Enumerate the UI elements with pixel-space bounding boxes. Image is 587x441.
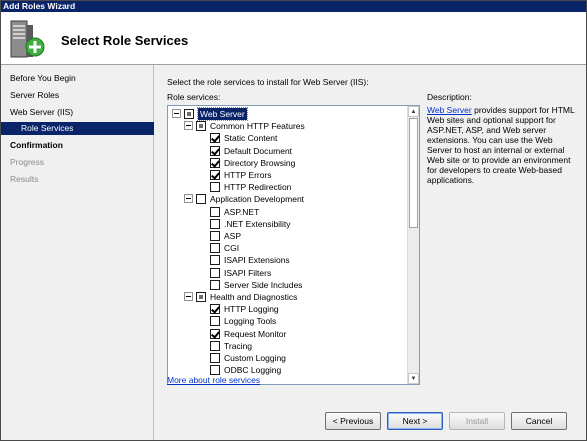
tree-row[interactable]: HTTP Logging: [168, 303, 406, 315]
checkbox[interactable]: [196, 121, 206, 132]
tree-row[interactable]: .NET Extensibility: [168, 218, 406, 230]
tree-item-label: Directory Browsing: [224, 157, 296, 168]
tree-item-label: HTTP Errors: [224, 170, 272, 180]
scroll-thumb[interactable]: [409, 118, 418, 228]
previous-button[interactable]: < Previous: [325, 412, 381, 430]
tree-row[interactable]: Custom Logging: [168, 352, 406, 364]
tree-row[interactable]: Tracing: [168, 340, 406, 352]
checkbox[interactable]: [210, 170, 220, 180]
tree-item-label: CGI: [224, 243, 240, 254]
nav-item-before-you-begin[interactable]: Before You Begin: [1, 72, 154, 85]
tree-item-label: ASP: [224, 231, 242, 241]
tree-item-label: Web Server: [197, 107, 248, 121]
tree-item-label: ISAPI Extensions: [224, 255, 290, 266]
tree-row[interactable]: Server Side Includes: [168, 279, 406, 291]
description-body: provides support for HTML Web sites and …: [427, 105, 575, 185]
tree-item-label: HTTP Redirection: [224, 182, 292, 193]
checkbox[interactable]: [210, 340, 220, 351]
next-button[interactable]: Next >: [387, 412, 443, 430]
tree-item-label: HTTP Logging: [224, 304, 279, 315]
web-server-link[interactable]: Web Server: [427, 105, 472, 115]
wizard-footer: < Previous Next > Install Cancel: [154, 401, 586, 440]
tree-row[interactable]: Static Content: [168, 132, 406, 144]
description-text: Web Server provides support for HTML Web…: [427, 105, 577, 185]
tree-row[interactable]: Health and Diagnostics: [168, 291, 406, 303]
tree-row[interactable]: Logging Tools: [168, 315, 406, 327]
checkbox[interactable]: [210, 267, 220, 278]
tree-row[interactable]: HTTP Redirection: [168, 181, 406, 193]
tree-row[interactable]: ASP: [168, 230, 406, 242]
checkbox[interactable]: [210, 255, 220, 266]
checkbox[interactable]: [210, 279, 220, 290]
wizard-nav: Before You Begin Server Roles Web Server…: [1, 65, 154, 440]
checkbox[interactable]: [210, 182, 220, 193]
checkbox[interactable]: [210, 231, 220, 241]
instruction-text: Select the role services to install for …: [167, 77, 369, 87]
checkbox[interactable]: [210, 145, 220, 156]
tree-row[interactable]: ASP.NET: [168, 206, 406, 218]
nav-item-web-server-iis[interactable]: Web Server (IIS): [1, 106, 154, 119]
tree-item-label: Health and Diagnostics: [210, 292, 298, 302]
tree-item-label: ISAPI Filters: [224, 267, 272, 278]
checkbox[interactable]: [210, 243, 220, 254]
checkbox[interactable]: [210, 157, 220, 168]
server-add-icon: [10, 20, 45, 58]
tree-row[interactable]: ISAPI Extensions: [168, 254, 406, 266]
collapse-icon[interactable]: [184, 121, 193, 131]
tree-item-label: Tracing: [224, 340, 253, 351]
tree-row[interactable]: Default Document: [168, 145, 406, 157]
role-services-label: Role services:: [167, 92, 221, 102]
tree-row[interactable]: CGI: [168, 242, 406, 254]
collapse-icon[interactable]: [184, 194, 193, 204]
content-pane: Select the role services to install for …: [154, 65, 586, 401]
nav-item-progress: Progress: [10, 157, 45, 167]
tree-row[interactable]: Directory Browsing: [168, 157, 406, 169]
nav-item-role-services[interactable]: Role Services: [1, 122, 154, 135]
tree-item-label: ASP.NET: [224, 206, 260, 217]
more-about-role-services-link[interactable]: More about role services: [167, 375, 260, 385]
checkbox[interactable]: [210, 304, 220, 315]
checkbox[interactable]: [210, 328, 220, 339]
checkbox[interactable]: [196, 292, 206, 302]
description-label: Description:: [427, 92, 472, 102]
tree-item-label: .NET Extensibility: [224, 218, 291, 229]
install-button: Install: [449, 412, 505, 430]
nav-item-server-roles[interactable]: Server Roles: [1, 89, 154, 102]
checkbox[interactable]: [210, 133, 220, 144]
collapse-icon[interactable]: [184, 292, 193, 301]
checkbox[interactable]: [210, 218, 220, 229]
checkbox[interactable]: [184, 109, 194, 119]
role-services-tree[interactable]: ODBC Logging Custom Logging Tracing Request…: [167, 105, 420, 385]
wizard-banner: Select Role Services: [1, 12, 586, 65]
tree-item-label: Custom Logging: [224, 353, 286, 363]
tree-item-label: Logging Tools: [224, 316, 277, 327]
checkbox[interactable]: [210, 316, 220, 327]
checkbox[interactable]: [210, 353, 220, 363]
tree-item-label: Common HTTP Features: [210, 121, 305, 132]
tree-row[interactable]: Common HTTP Features: [168, 120, 406, 132]
nav-item-confirmation[interactable]: Confirmation: [1, 139, 154, 152]
collapse-icon[interactable]: [172, 109, 181, 118]
checkbox[interactable]: [210, 365, 220, 376]
tree-item-label: Static Content: [224, 133, 278, 144]
checkbox[interactable]: [196, 194, 206, 205]
cancel-button[interactable]: Cancel: [511, 412, 567, 430]
tree-row[interactable]: Web Server: [168, 107, 406, 121]
tree-item-label: Default Document: [224, 145, 293, 156]
tree-row[interactable]: ISAPI Filters: [168, 267, 406, 279]
scroll-up-icon[interactable]: ▲: [408, 106, 419, 117]
tree-item-label: Application Development: [210, 194, 305, 205]
tree-item-label: Server Side Includes: [224, 279, 303, 290]
add-roles-wizard-window: Add Roles Wizard Select Role Services Be…: [0, 0, 587, 441]
nav-item-results: Results: [10, 174, 39, 184]
title-bar[interactable]: Add Roles Wizard: [1, 1, 586, 12]
tree-row[interactable]: Application Development: [168, 193, 406, 205]
tree-row[interactable]: Request Monitor: [168, 328, 406, 340]
tree-item-label: Request Monitor: [224, 328, 287, 339]
tree-row[interactable]: HTTP Errors: [168, 169, 406, 181]
scroll-down-icon[interactable]: ▼: [408, 373, 419, 384]
checkbox[interactable]: [210, 206, 220, 217]
tree-scrollbar[interactable]: ▲ ▼: [407, 106, 419, 384]
page-title: Select Role Services: [61, 33, 189, 48]
